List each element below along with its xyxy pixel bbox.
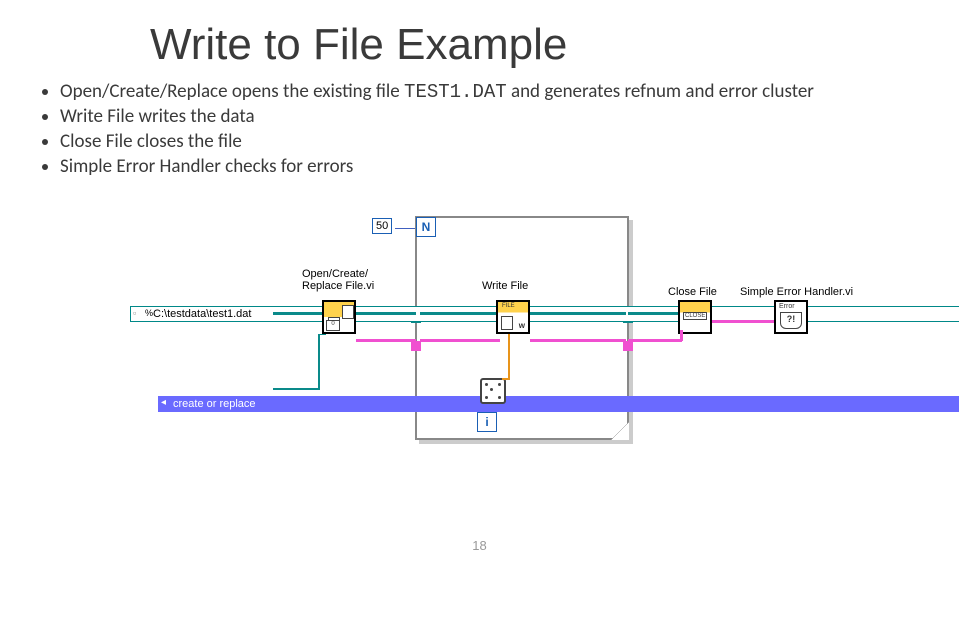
wire-green [318, 334, 320, 390]
error-vi-label: Simple Error Handler.vi [740, 286, 853, 298]
wire-green [530, 312, 626, 315]
list-item: Write File writes the data [60, 105, 919, 128]
wire-pink [680, 330, 683, 341]
list-item: Open/Create/Replace opens the existing f… [60, 80, 919, 103]
wire-pink [712, 320, 774, 323]
constant-50: 50 [372, 218, 392, 234]
wire-green [273, 388, 318, 390]
error-text-icon: Error [779, 303, 795, 310]
bullet-list: Open/Create/Replace opens the existing f… [60, 80, 919, 178]
loop-corner [611, 422, 629, 440]
bullet-code: TEST1.DAT [404, 81, 507, 103]
write-vi-label: Write File [482, 280, 528, 292]
wire-green [273, 312, 322, 315]
close-vi-icon: CLOSE [678, 300, 712, 334]
page-title: Write to File Example [150, 20, 919, 70]
open-vi-icon: 0 [322, 300, 356, 334]
bullet-text: and generates refnum and error cluster [507, 80, 814, 103]
wire-pink [628, 339, 682, 342]
block-diagram: 50 N i %C:\testdata\test1.dat create or … [40, 208, 920, 508]
wire-pink [420, 339, 500, 342]
close-text-icon: CLOSE [683, 312, 707, 320]
error-bang-icon: ?! [780, 312, 802, 329]
wire-green [628, 312, 678, 315]
bullet-text: Write File writes the data [60, 105, 255, 128]
wire-green [318, 334, 326, 335]
loop-N: N [416, 217, 436, 237]
wire-pink [530, 339, 626, 342]
mode-selector[interactable]: create or replace [158, 396, 959, 412]
wire-green [356, 312, 416, 315]
list-item: Simple Error Handler checks for errors [60, 155, 919, 178]
tunnel [411, 341, 421, 351]
bullet-text: Close File closes the file [60, 130, 242, 153]
wire [395, 228, 415, 229]
wire-orange [508, 334, 510, 378]
file-text-icon: FILE [502, 303, 515, 309]
page-number: 18 [40, 538, 919, 553]
list-item: Close File closes the file [60, 130, 919, 153]
error-handler-icon: Error ?! [774, 300, 808, 334]
loop-i: i [477, 412, 497, 432]
bullet-text: Open/Create/Replace opens the existing f… [60, 80, 404, 103]
w-icon: w [519, 321, 525, 330]
write-vi-icon: FILE w [496, 300, 530, 334]
wire-orange [502, 378, 510, 380]
zero-icon: 0 [326, 320, 340, 331]
close-vi-label: Close File [668, 286, 717, 298]
random-vi-icon [480, 378, 506, 404]
wire-pink [356, 339, 416, 342]
open-vi-label: Open/Create/Replace File.vi [302, 268, 374, 292]
tunnel [623, 341, 633, 351]
wire-green [420, 312, 500, 315]
path-text: C:\testdata\test1.dat [153, 308, 251, 320]
bullet-text: Simple Error Handler checks for errors [60, 155, 353, 178]
